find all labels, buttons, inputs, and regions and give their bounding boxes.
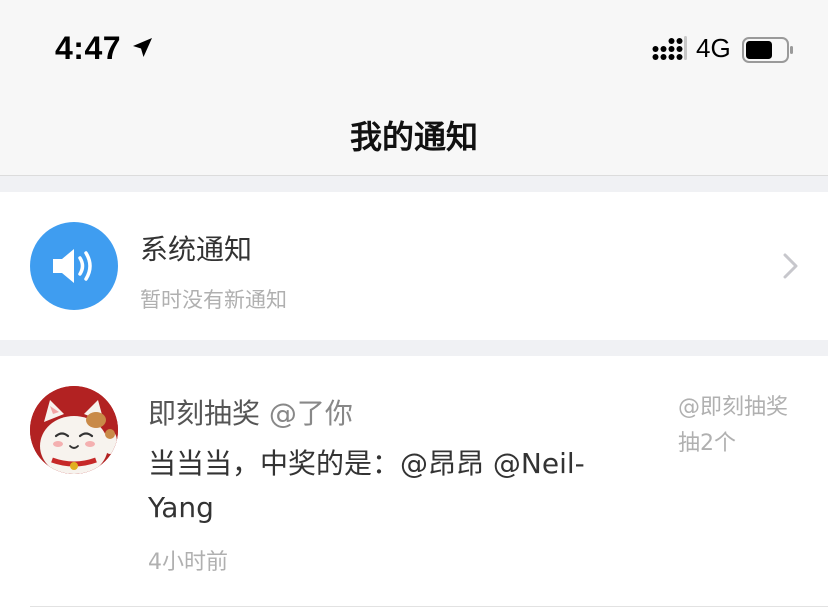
page-title: 我的通知 xyxy=(349,118,478,156)
sender-avatar[interactable] xyxy=(30,386,118,474)
signal-icon xyxy=(652,36,687,60)
notification-time: 4小时前 xyxy=(148,550,228,575)
sender-name[interactable]: 即刻抽奖 xyxy=(148,397,260,430)
battery-icon xyxy=(742,37,793,63)
section-gap xyxy=(0,176,828,192)
nav-bar: 我的通知 xyxy=(0,96,828,176)
system-notice-subtitle: 暂时没有新通知 xyxy=(140,288,287,312)
lucky-cat-avatar-image xyxy=(30,386,118,474)
notification-message: 当当当，中奖的是：@昂昂 @Neil-Yang xyxy=(148,447,585,524)
notification-item[interactable]: 即刻抽奖 @了你 当当当，中奖的是：@昂昂 @Neil-Yang 4小时前 @即… xyxy=(0,356,828,616)
status-time: 4:47 xyxy=(55,30,122,66)
mention-action: @了你 xyxy=(268,397,353,430)
status-bar: 4:47 4G xyxy=(0,0,828,96)
network-type: 4G xyxy=(696,33,731,63)
system-notice-avatar xyxy=(30,222,118,310)
location-arrow-icon xyxy=(133,38,152,57)
speaker-icon xyxy=(53,249,92,283)
source-post-preview[interactable]: @即刻抽奖 抽2个 xyxy=(678,390,788,462)
notification-title: 即刻抽奖 @了你 xyxy=(148,392,353,432)
system-notice-title: 系统通知 xyxy=(140,233,253,266)
notifications-screen: 4:47 4G 我的通知 系统通知 暂时没有新通知 即刻抽奖 @了你 当当当，中… xyxy=(0,0,828,616)
system-notice-row[interactable]: 系统通知 暂时没有新通知 xyxy=(0,192,828,340)
section-gap xyxy=(0,340,828,356)
divider xyxy=(30,606,828,607)
chevron-right-icon xyxy=(783,253,798,279)
